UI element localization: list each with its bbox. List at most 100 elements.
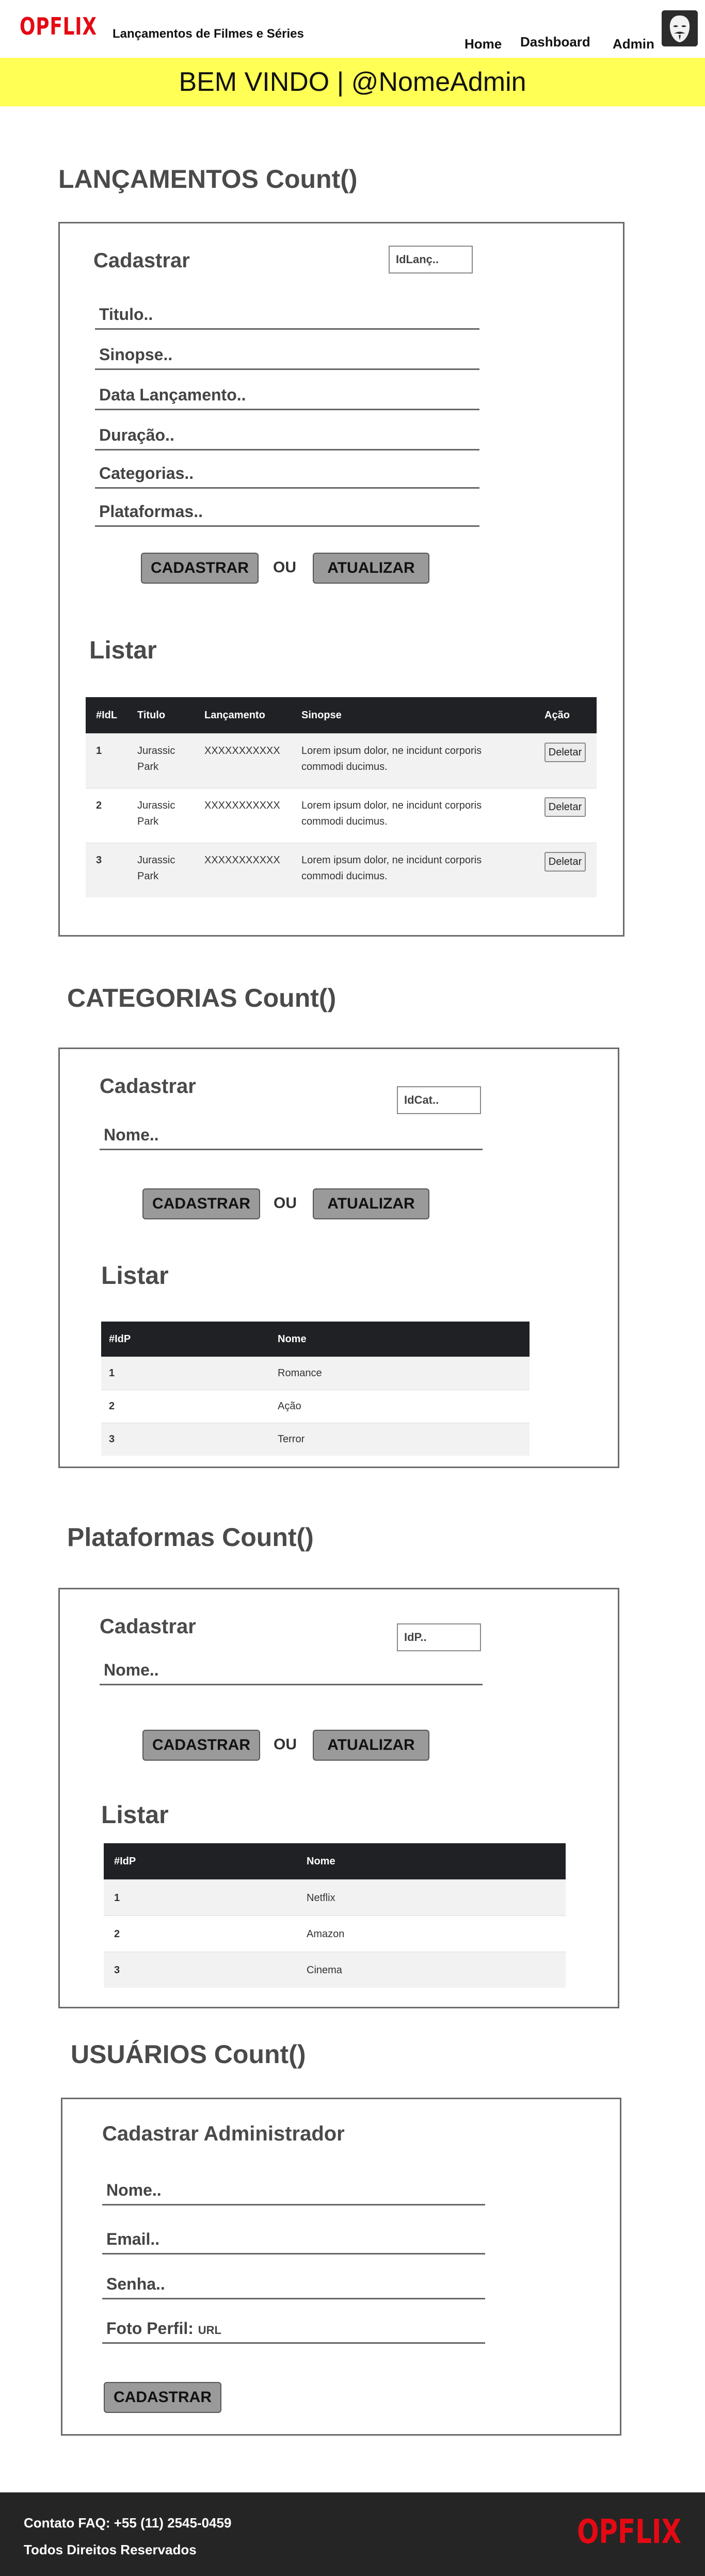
plataforma-nome-field[interactable]: Nome..	[100, 1656, 483, 1685]
footer-brand-logo[interactable]: OPFLIX	[577, 2513, 681, 2551]
column-header: #IdP	[114, 1856, 136, 1867]
table-row: 2 Ação	[101, 1390, 530, 1423]
table-row: 1 Romance	[101, 1357, 530, 1390]
row-nome: Amazon	[307, 1928, 345, 1940]
cadastrar-button[interactable]: CADASTRAR	[141, 553, 259, 584]
row-id: 1	[114, 1892, 120, 1904]
atualizar-button[interactable]: ATUALIZAR	[313, 1188, 429, 1219]
deletar-button[interactable]: Deletar	[544, 797, 586, 817]
lancamentos-list-title: Listar	[89, 637, 157, 664]
table-header: #IdP Nome	[104, 1843, 566, 1879]
duracao-field[interactable]: Duração..	[95, 422, 479, 450]
categorias-section-title: CATEGORIAS Count()	[67, 984, 337, 1012]
usuarios-form-title: Cadastrar Administrador	[102, 2122, 345, 2145]
lancamentos-panel: Cadastrar IdLanç.. Titulo.. Sinopse.. Da…	[58, 222, 624, 937]
lancamentos-table: #IdL Titulo Lançamento Sinopse Ação 1 Ju…	[86, 697, 597, 897]
foto-url-hint: URL	[198, 2324, 221, 2337]
brand-logo[interactable]: OPFLIX	[20, 12, 97, 40]
admin-avatar-icon[interactable]	[662, 10, 698, 46]
row-titulo-line1: Jurassic	[137, 800, 175, 811]
usuario-email-field[interactable]: Email..	[102, 2226, 485, 2255]
plataformas-panel: Cadastrar IdP.. Nome.. CADASTRAR OU ATUA…	[58, 1588, 619, 2008]
row-titulo-line2: Park	[137, 816, 159, 827]
plataformas-table: #IdP Nome 1 Netflix 2 Amazon 3 Cinema	[104, 1843, 566, 1988]
atualizar-button[interactable]: ATUALIZAR	[313, 553, 429, 584]
lancamentos-section-title: LANÇAMENTOS Count()	[58, 165, 358, 194]
ou-separator: OU	[274, 1195, 297, 1212]
nav-home-link[interactable]: Home	[464, 36, 502, 52]
row-titulo-line1: Jurassic	[137, 855, 175, 866]
table-row: 2 Jurassic Park XXXXXXXXXXX Lorem ipsum …	[86, 788, 597, 843]
usuario-senha-field[interactable]: Senha..	[102, 2271, 485, 2299]
cadastrar-button[interactable]: CADASTRAR	[142, 1730, 260, 1761]
categorias-list-title: Listar	[101, 1262, 169, 1290]
table-row: 3 Cinema	[104, 1952, 566, 1988]
column-header: #IdP	[109, 1333, 131, 1345]
table-row: 3 Terror	[101, 1423, 530, 1456]
welcome-banner: BEM VINDO | @NomeAdmin	[0, 58, 705, 106]
lancamentos-form-title: Cadastrar	[93, 249, 190, 272]
lancamento-id-input[interactable]: IdLanç..	[389, 246, 473, 273]
row-nome: Terror	[278, 1434, 305, 1445]
site-title: Lançamentos de Filmes e Séries	[113, 27, 304, 41]
table-header: #IdL Titulo Lançamento Sinopse Ação	[86, 697, 597, 733]
foto-perfil-label: Foto Perfil:	[106, 2319, 194, 2338]
table-row: 3 Jurassic Park XXXXXXXXXXX Lorem ipsum …	[86, 843, 597, 897]
column-header: Nome	[278, 1333, 307, 1345]
row-id: 1	[96, 745, 102, 756]
row-id: 3	[96, 855, 102, 866]
row-id: 3	[114, 1965, 120, 1976]
atualizar-button[interactable]: ATUALIZAR	[313, 1730, 429, 1761]
nav-dashboard-link[interactable]: Dashboard	[520, 34, 590, 50]
row-nome: Cinema	[307, 1965, 342, 1976]
categoria-nome-field[interactable]: Nome..	[100, 1121, 483, 1150]
row-sinopse-line2: commodi ducimus.	[301, 871, 388, 882]
plataformas-list-title: Listar	[101, 1801, 169, 1829]
usuarios-section-title: USUÁRIOS Count()	[71, 2040, 306, 2069]
categoria-id-input[interactable]: IdCat..	[397, 1086, 481, 1114]
titulo-field[interactable]: Titulo..	[95, 301, 479, 330]
deletar-button[interactable]: Deletar	[544, 852, 586, 872]
footer-direitos: Todos Direitos Reservados	[24, 2542, 197, 2557]
usuario-foto-field[interactable]: Foto Perfil: URL	[102, 2315, 485, 2344]
column-header: Ação	[544, 710, 570, 721]
table-row: 1 Netflix	[104, 1879, 566, 1915]
row-nome: Romance	[278, 1367, 322, 1379]
ou-separator: OU	[274, 1736, 297, 1753]
categorias-form-title: Cadastrar	[100, 1075, 196, 1098]
row-nome: Netflix	[307, 1892, 335, 1904]
column-header: Lançamento	[204, 710, 265, 721]
categorias-field[interactable]: Categorias..	[95, 460, 479, 489]
site-footer: Contato FAQ: +55 (11) 2545-0459 Todos Di…	[0, 2492, 705, 2576]
row-sinopse-line1: Lorem ipsum dolor, ne incidunt corporis	[301, 855, 482, 866]
row-id: 3	[109, 1434, 115, 1445]
row-lancamento: XXXXXXXXXXX	[204, 800, 280, 811]
row-id: 2	[114, 1928, 120, 1940]
data-lancamento-field[interactable]: Data Lançamento..	[95, 381, 479, 410]
usuario-nome-field[interactable]: Nome..	[102, 2177, 485, 2205]
cadastrar-admin-button[interactable]: CADASTRAR	[104, 2382, 221, 2413]
table-header: #IdP Nome	[101, 1322, 530, 1357]
row-titulo-line1: Jurassic	[137, 745, 175, 756]
row-sinopse-line1: Lorem ipsum dolor, ne incidunt corporis	[301, 800, 482, 811]
categorias-table: #IdP Nome 1 Romance 2 Ação 3 Terror	[101, 1322, 530, 1456]
row-sinopse-line2: commodi ducimus.	[301, 761, 388, 772]
row-sinopse-line2: commodi ducimus.	[301, 816, 388, 827]
sinopse-field[interactable]: Sinopse..	[95, 341, 479, 370]
plataformas-section-title: Plataformas Count()	[67, 1523, 314, 1552]
cadastrar-button[interactable]: CADASTRAR	[142, 1188, 260, 1219]
deletar-button[interactable]: Deletar	[544, 743, 586, 762]
nav-admin-link[interactable]: Admin	[613, 36, 654, 52]
footer-contato: Contato FAQ: +55 (11) 2545-0459	[24, 2515, 232, 2531]
column-header: #IdL	[96, 710, 118, 721]
row-id: 2	[109, 1400, 115, 1412]
column-header: Titulo	[137, 710, 166, 721]
site-header: OPFLIX Lançamentos de Filmes e Séries Ho…	[0, 0, 705, 57]
plataforma-id-input[interactable]: IdP..	[397, 1623, 481, 1651]
usuarios-panel: Cadastrar Administrador Nome.. Email.. S…	[61, 2098, 621, 2436]
table-row: 2 Amazon	[104, 1915, 566, 1952]
plataformas-field[interactable]: Plataformas..	[95, 498, 479, 527]
column-header: Sinopse	[301, 710, 342, 721]
plataformas-form-title: Cadastrar	[100, 1615, 196, 1638]
row-lancamento: XXXXXXXXXXX	[204, 855, 280, 866]
